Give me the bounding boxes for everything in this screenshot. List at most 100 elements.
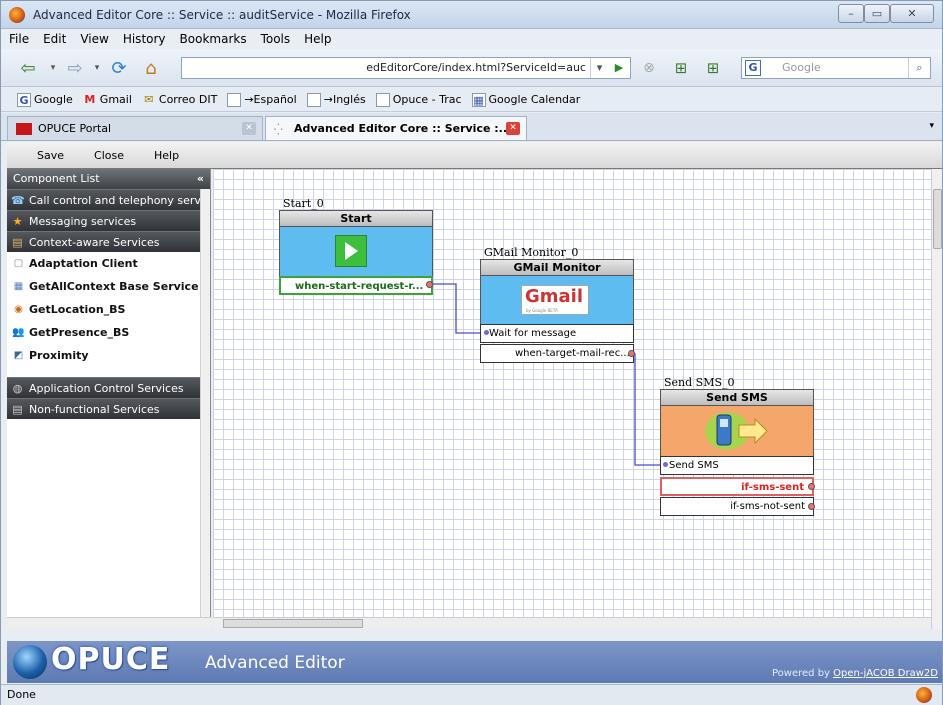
status-bar: Done (1, 684, 942, 705)
menu-tools[interactable]: Tools (261, 32, 291, 46)
sms-not-sent-port[interactable]: if-sms-not-sent (660, 497, 814, 516)
bookmark-gmail[interactable]: M Gmail (83, 93, 132, 107)
back-button[interactable]: ⇦ (11, 55, 45, 81)
menu-file[interactable]: File (9, 32, 29, 46)
category-label: Application Control Services (29, 382, 184, 395)
bookmark-opuce-trac[interactable]: Opuce - Trac (375, 92, 462, 107)
category-application-control[interactable]: ◍ Application Control Services (7, 377, 210, 398)
menu-view[interactable]: View (80, 32, 108, 46)
component-getlocation[interactable]: ◉ GetLocation_BS (7, 298, 210, 321)
address-bar[interactable]: edEditorCore/index.html?ServiceId=auc ▾ … (181, 57, 631, 79)
left-horizontal-scrollbar[interactable] (7, 617, 211, 629)
url-dropdown-icon[interactable]: ▾ (590, 58, 608, 78)
left-scrollbar[interactable] (200, 189, 210, 619)
google-icon: G (17, 92, 31, 107)
bookmark-label: Google (34, 93, 73, 106)
sms-input-dot[interactable] (663, 462, 668, 467)
bookmark-correo-dit[interactable]: ✉ Correo DIT (142, 93, 217, 107)
gmail-input-port[interactable]: Wait for message (480, 324, 634, 343)
app-footer: OPUCE Advanced Editor Powered by Open-jA… (7, 641, 942, 683)
stop-icon[interactable]: ⊗ (637, 55, 661, 81)
canvas-vertical-scrollbar[interactable] (931, 169, 942, 629)
sms-not-sent-dot[interactable] (808, 503, 815, 510)
forward-history-dropdown-icon[interactable]: ▾ (91, 55, 103, 81)
opuce-logo: OPUCE (51, 642, 171, 677)
menu-bookmarks[interactable]: Bookmarks (180, 32, 247, 46)
window-title: Advanced Editor Core :: Service :: audit… (33, 8, 411, 22)
collapse-icon[interactable]: « (197, 169, 204, 189)
component-proximity[interactable]: ◩ Proximity (7, 344, 210, 367)
bookmark-ingles[interactable]: →Inglés (306, 92, 366, 107)
search-box[interactable]: G Google ⌕ (741, 57, 931, 79)
sms-sent-dot[interactable] (808, 483, 815, 490)
category-call-control[interactable]: ☎ Call control and telephony services (7, 189, 210, 210)
bookmark-label: →Español (244, 93, 297, 106)
gmail-node-title: GMail Monitor (480, 259, 634, 276)
bookmark-label: Gmail (99, 93, 132, 106)
search-icon[interactable]: ⌕ (908, 58, 930, 78)
start-node-name: Start_0 (283, 197, 324, 210)
new-tab-icon[interactable]: ⊞ (701, 55, 725, 81)
bookmark-google[interactable]: G Google (17, 92, 73, 107)
category-context-aware[interactable]: ▤ Context-aware Services (7, 231, 210, 252)
menu-bar: File Edit View History Bookmarks Tools H… (1, 29, 942, 49)
menu-edit[interactable]: Edit (43, 32, 66, 46)
menu-help[interactable]: Help (304, 32, 331, 46)
editor-canvas[interactable]: Start_0 Start when-start-request-r... GM… (213, 169, 931, 629)
gear-icon: ◍ (12, 382, 23, 395)
component-adaptation-client[interactable]: ▢ Adaptation Client (7, 252, 210, 275)
component-list-panel: Component List « ☎ Call control and telep… (7, 169, 211, 629)
scroll-thumb[interactable] (933, 189, 942, 249)
status-text: Done (7, 688, 36, 701)
help-button[interactable]: Help (154, 149, 179, 162)
sms-sent-port[interactable]: if-sms-sent (660, 477, 814, 496)
sms-input-port[interactable]: Send SMS (660, 456, 814, 475)
start-output-dot[interactable] (426, 281, 433, 288)
close-window-button[interactable]: ✕ (890, 4, 934, 23)
maximize-button[interactable]: ▭ (864, 4, 890, 23)
minimize-button[interactable]: – (838, 4, 864, 23)
component-getallcontext[interactable]: ▦ GetAllContext Base Service (7, 275, 210, 298)
forward-button[interactable]: ⇨ (61, 55, 89, 81)
component-getpresence[interactable]: 👥 GetPresence_BS (7, 321, 210, 344)
loading-icon: ⁛ (274, 122, 283, 136)
gmail-input-dot[interactable] (484, 330, 489, 335)
tab-close-icon[interactable]: ✕ (506, 122, 520, 135)
gmail-icon: M (84, 92, 96, 106)
tab-list-icon[interactable]: ▾ (929, 121, 934, 131)
category-messaging[interactable]: ★ Messaging services (7, 210, 210, 231)
canvas-horizontal-scrollbar[interactable] (213, 617, 931, 629)
page-icon (227, 92, 242, 107)
table-icon: ▦ (13, 281, 24, 292)
category-non-functional[interactable]: ▤ Non-functional Services (7, 398, 210, 419)
footer-subtitle: Advanced Editor (205, 653, 345, 673)
gmail-output-port[interactable]: when-target-mail-rec... (480, 344, 634, 363)
menu-history[interactable]: History (123, 32, 166, 46)
back-history-dropdown-icon[interactable]: ▾ (47, 55, 59, 81)
close-button[interactable]: Close (94, 149, 124, 162)
address-url: edEditorCore/index.html?ServiceId=auc (366, 61, 586, 74)
bookmark-add-icon[interactable]: ⊞ (669, 55, 693, 81)
category-label: Non-functional Services (29, 403, 160, 416)
context-icon: ▤ (12, 236, 23, 249)
browser-window: Advanced Editor Core :: Service :: audit… (0, 0, 943, 705)
component-list-header: Component List « (7, 169, 210, 189)
bookmark-google-calendar[interactable]: ▦ Google Calendar (471, 92, 580, 107)
page-icon: ▢ (13, 258, 24, 269)
gmail-output-dot[interactable] (628, 350, 635, 357)
search-engine-icon[interactable]: G (745, 60, 761, 76)
opuce-globe-icon (13, 645, 47, 679)
reload-icon[interactable]: ⟳ (105, 55, 133, 81)
draw2d-link[interactable]: Open-jACOB Draw2D (833, 668, 938, 679)
save-button[interactable]: Save (37, 149, 64, 162)
start-output-port[interactable]: when-start-request-r... (279, 276, 433, 295)
tab-opuce-portal[interactable]: OPUCE Portal ✕ (7, 116, 263, 140)
firefox-icon (9, 7, 25, 23)
home-icon[interactable]: ⌂ (137, 55, 165, 81)
tab-advanced-editor[interactable]: ⁛ Advanced Editor Core :: Service :... ✕ (265, 116, 527, 140)
gmail-node-body: Gmail by Google BETA (480, 276, 634, 324)
scroll-thumb[interactable] (223, 619, 363, 628)
bookmark-espanol[interactable]: →Español (227, 92, 297, 107)
tab-close-icon[interactable]: ✕ (242, 122, 256, 135)
go-icon[interactable]: ▶ (610, 58, 628, 78)
